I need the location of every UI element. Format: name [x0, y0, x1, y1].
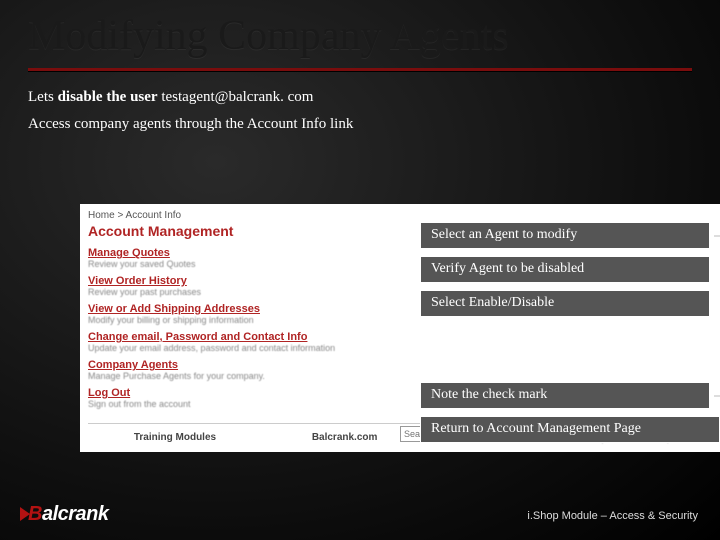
intro-line-1: Lets disable the user testagent@balcrank… [28, 89, 692, 106]
am-item-sub: Manage Purchase Agents for your company. [88, 371, 712, 381]
intro-bold: disable the user [58, 89, 158, 105]
callout-check-mark: Note the check mark [420, 382, 710, 409]
slide-title: Modifying Company Agents [28, 12, 692, 64]
am-item-sub: Update your email address, password and … [88, 343, 712, 353]
callout-select-agent: Select an Agent to modify [420, 222, 710, 249]
callout-verify-agent: Verify Agent to be disabled [420, 256, 710, 283]
logo-triangle-icon [20, 507, 30, 521]
footer-link: Balcrank.com [312, 432, 378, 443]
callout-enable-disable: Select Enable/Disable [420, 290, 710, 317]
intro-prefix: Lets [28, 89, 58, 105]
title-underline [28, 68, 692, 71]
am-item: Change email, Password and Contact Info … [80, 329, 720, 357]
am-item-heading: Change email, Password and Contact Info [88, 331, 712, 343]
am-item-heading: Company Agents [88, 359, 712, 371]
footer-link: Training Modules [134, 432, 216, 443]
intro-suffix: testagent@balcrank. com [158, 89, 314, 105]
callout-return: Return to Account Management Page [420, 416, 720, 443]
logo-first-letter: B [28, 503, 42, 525]
footer-module-label: i.Shop Module – Access & Security [527, 510, 698, 522]
am-item: Company Agents Manage Purchase Agents fo… [80, 357, 720, 385]
breadcrumb: Home > Account Info [80, 204, 720, 221]
brand-logo: Balcrank [20, 503, 109, 526]
logo-rest: alcrank [42, 503, 109, 525]
intro-line-2: Access company agents through the Accoun… [28, 116, 692, 133]
